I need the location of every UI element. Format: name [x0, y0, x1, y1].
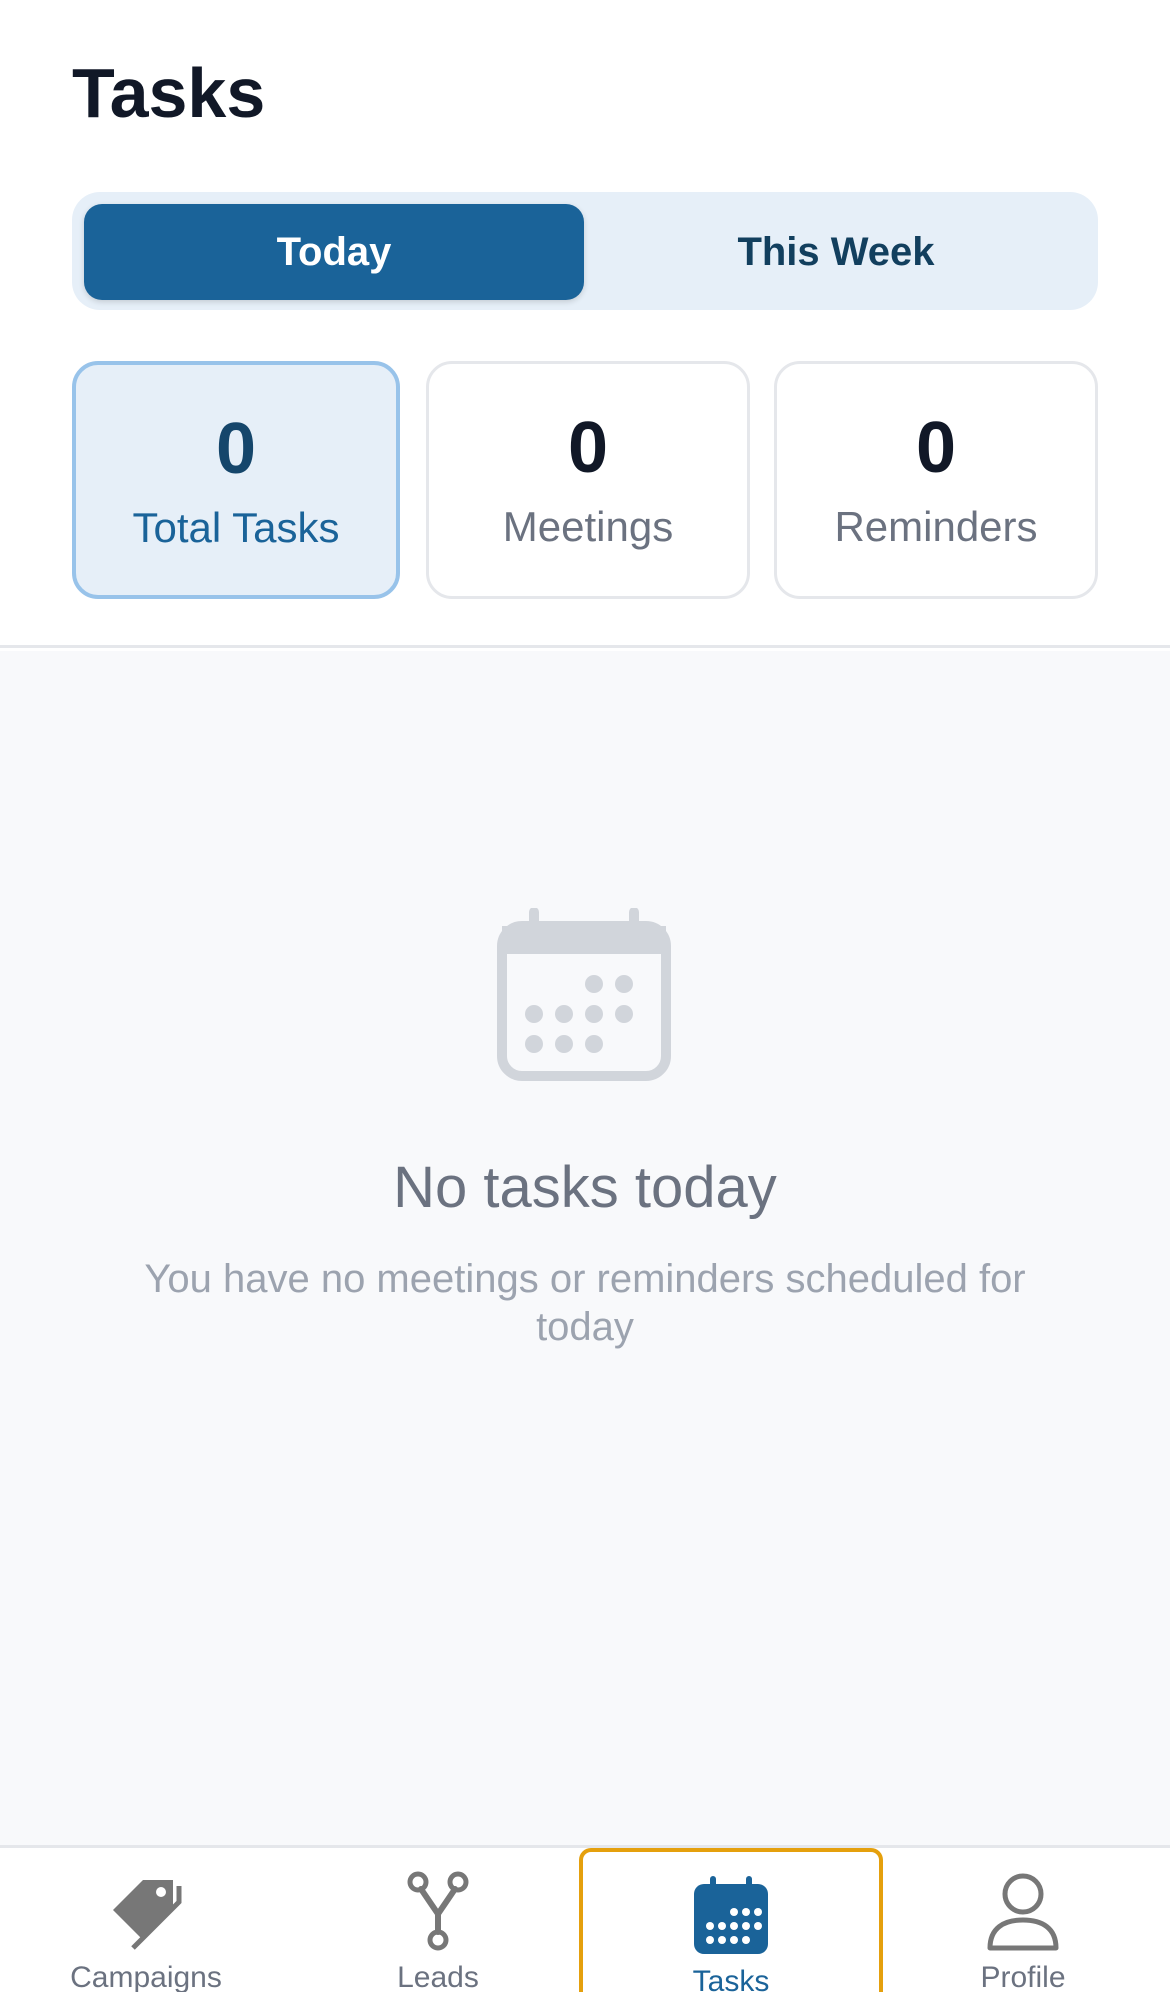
fork-icon — [407, 1871, 469, 1951]
total-tasks-count: 0 — [215, 409, 257, 489]
empty-state: No tasks today You have no meetings or r… — [0, 651, 1170, 1845]
bottom-nav: Campaigns Leads Tasks Profile — [0, 1845, 1170, 1992]
reminders-count: 0 — [915, 408, 957, 488]
nav-profile-label: Profile — [980, 1961, 1066, 1992]
nav-leads[interactable]: Leads — [292, 1848, 584, 1992]
app-root: Tasks Today This Week 0 Total Tasks 0 Me… — [0, 0, 1170, 1992]
nav-leads-label: Leads — [397, 1961, 479, 1992]
meetings-card[interactable]: 0 Meetings — [426, 361, 750, 599]
nav-tasks-label: Tasks — [692, 1965, 770, 1992]
meetings-count: 0 — [567, 408, 609, 488]
header: Tasks Today This Week 0 Total Tasks 0 Me… — [0, 0, 1170, 648]
reminders-card[interactable]: 0 Reminders — [774, 361, 1098, 599]
page-title: Tasks — [72, 54, 266, 132]
nav-campaigns-label: Campaigns — [70, 1961, 222, 1992]
meetings-label: Meetings — [502, 503, 674, 550]
person-icon — [987, 1873, 1059, 1951]
total-tasks-label: Total Tasks — [132, 504, 340, 551]
tags-icon — [113, 1880, 182, 1950]
nav-campaigns[interactable]: Campaigns — [0, 1848, 292, 1992]
empty-state-title: No tasks today — [393, 1155, 777, 1220]
empty-state-subtitle: You have no meetings or reminders schedu… — [144, 1257, 1026, 1349]
reminders-label: Reminders — [834, 503, 1038, 550]
calendar-icon — [694, 1876, 768, 1954]
today-tab[interactable]: Today — [84, 204, 584, 300]
period-segmented-control: Today This Week — [72, 192, 1098, 310]
nav-tasks[interactable]: Tasks — [579, 1848, 883, 1992]
nav-profile[interactable]: Profile — [876, 1848, 1170, 1992]
this-week-tab[interactable]: This Week — [586, 204, 1086, 300]
calendar-icon — [497, 908, 671, 1081]
total-tasks-card[interactable]: 0 Total Tasks — [72, 361, 400, 599]
